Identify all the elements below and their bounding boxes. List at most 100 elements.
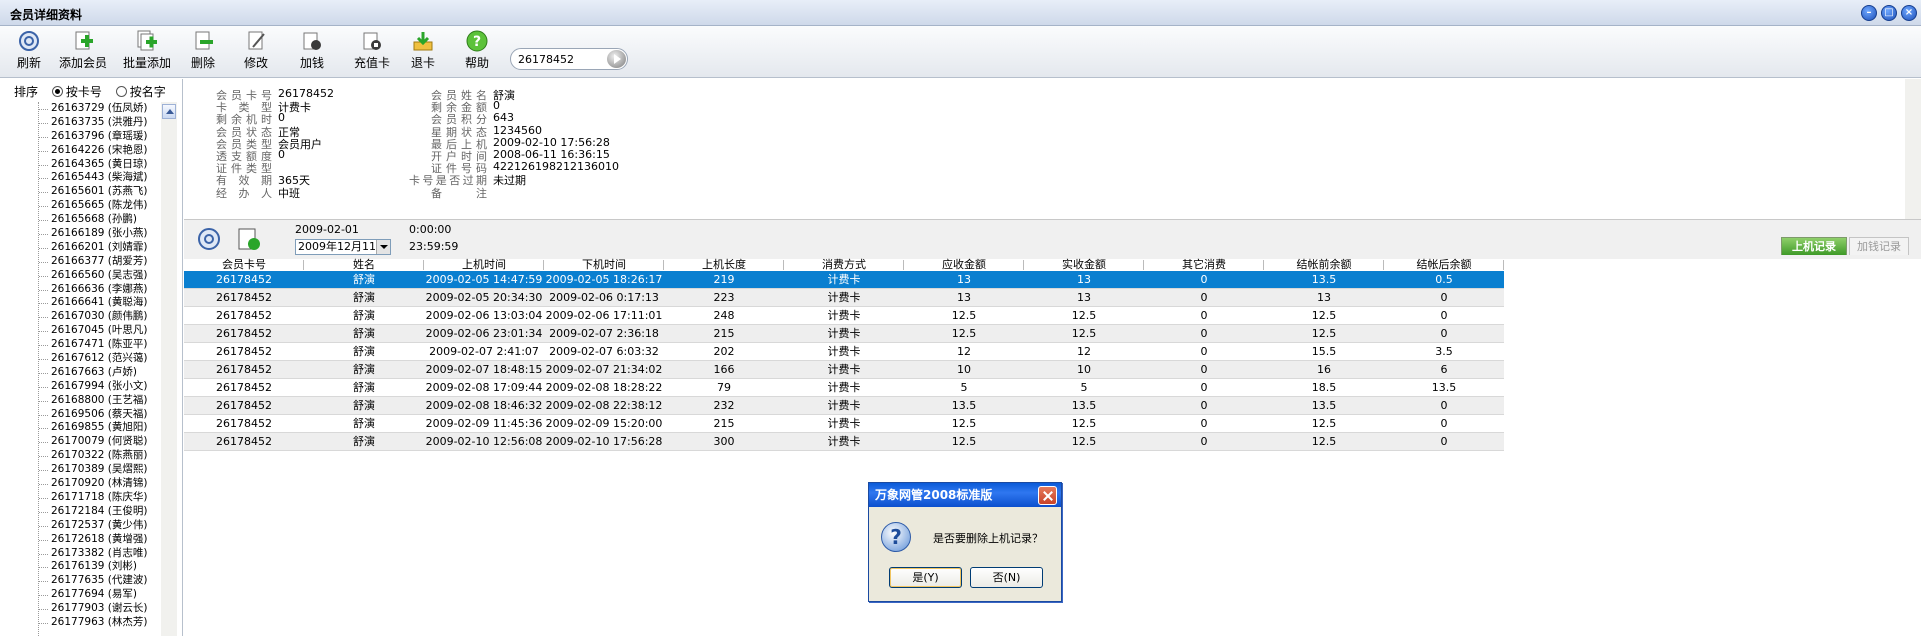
recharge-card-button[interactable]: 充值卡 bbox=[352, 28, 392, 76]
member-list-item[interactable]: 26170322 (陈燕丽) bbox=[39, 449, 158, 463]
search-input[interactable] bbox=[518, 51, 606, 67]
table-row[interactable]: 26178452 舒演 2009-02-08 17:09:44 2009-02-08 … bbox=[184, 379, 1504, 397]
add-member-button[interactable]: 添加会员 bbox=[58, 28, 108, 76]
column-header[interactable]: 消费方式 bbox=[784, 259, 904, 271]
delete-button[interactable]: 删除 bbox=[188, 28, 218, 76]
return-card-button[interactable]: 退卡 bbox=[408, 28, 438, 76]
yes-button[interactable]: 是(Y) bbox=[889, 567, 962, 588]
batch-add-button[interactable]: 批量添加 bbox=[122, 28, 172, 76]
member-list-item[interactable]: 26169506 (蔡天福) bbox=[39, 408, 158, 422]
member-list-item[interactable]: 26166377 (胡爱芳) bbox=[39, 255, 158, 269]
end-time[interactable]: 23:59:59 bbox=[409, 240, 458, 253]
member-list-item[interactable]: 26165665 (陈龙伟) bbox=[39, 199, 158, 213]
column-header[interactable]: 姓名 bbox=[304, 259, 424, 271]
member-list-item[interactable]: 26170079 (何贤聪) bbox=[39, 435, 158, 449]
info-scrollbar[interactable] bbox=[1905, 79, 1921, 219]
member-list-item[interactable]: 26167663 (卢娇) bbox=[39, 366, 158, 380]
member-list-item[interactable]: 26170920 (林清锦) bbox=[39, 477, 158, 491]
help-button[interactable]: ? 帮助 bbox=[462, 28, 492, 76]
table-row[interactable]: 26178452 舒演 2009-02-06 13:03:04 2009-02-06 … bbox=[184, 307, 1504, 325]
column-header[interactable]: 上机长度 bbox=[664, 259, 784, 271]
table-row[interactable]: 26178452 舒演 2009-02-07 18:48:15 2009-02-07 … bbox=[184, 361, 1504, 379]
dialog-close-icon[interactable] bbox=[1038, 486, 1057, 505]
member-list-item[interactable]: 26166560 (吴志强) bbox=[39, 269, 158, 283]
member-list-item[interactable]: 26167994 (张小文) bbox=[39, 380, 158, 394]
end-date-picker[interactable]: 2009年12月11日 bbox=[295, 239, 391, 255]
table-cell: 2009-02-09 11:45:36 bbox=[425, 417, 543, 430]
column-header[interactable]: 会员卡号 bbox=[184, 259, 304, 271]
refresh-records-icon[interactable] bbox=[196, 226, 222, 252]
maximize-icon[interactable]: □ bbox=[1881, 5, 1897, 21]
member-list-item[interactable]: 26166636 (李娜燕) bbox=[39, 283, 158, 297]
sort-by-card-label[interactable]: 按卡号 bbox=[66, 85, 102, 99]
table-row[interactable]: 26178452 舒演 2009-02-09 11:45:36 2009-02-09 … bbox=[184, 415, 1504, 433]
member-list-item[interactable]: 26163796 (章瑶瑗) bbox=[39, 130, 158, 144]
member-list-item[interactable]: 26163729 (伍凤娇) bbox=[39, 102, 158, 116]
table-row[interactable]: 26178452 舒演 2009-02-05 14:47:59 2009-02-05 … bbox=[184, 271, 1504, 289]
member-info-panel: 会员卡号 26178452 卡 类 型计费卡 剩余机时 0 会员状态 正常 会员类型 会员用户透… bbox=[184, 79, 1921, 219]
member-list-item[interactable]: 26165601 (苏燕飞) bbox=[39, 185, 158, 199]
member-list-scrollbar[interactable] bbox=[161, 102, 177, 636]
member-list-item[interactable]: 26177963 (林杰芳) bbox=[39, 616, 158, 630]
table-row[interactable]: 26178452 舒演 2009-02-08 18:46:32 2009-02-08 … bbox=[184, 397, 1504, 415]
column-header[interactable]: 结帐后余额 bbox=[1384, 259, 1504, 271]
table-cell: 12.5 bbox=[1071, 309, 1097, 322]
chevron-down-icon[interactable] bbox=[376, 240, 390, 254]
member-list-item[interactable]: 26163735 (洪雅丹) bbox=[39, 116, 158, 130]
search-field[interactable] bbox=[510, 48, 628, 70]
table-cell: 16 bbox=[1317, 363, 1331, 376]
sort-by-name-radio[interactable] bbox=[115, 86, 127, 97]
start-date[interactable]: 2009-02-01 bbox=[295, 223, 359, 236]
member-list-item[interactable]: 26167612 (范兴蔼) bbox=[39, 352, 158, 366]
member-list-item[interactable]: 26164226 (宋艳恩) bbox=[39, 144, 158, 158]
member-list-item[interactable]: 26168800 (王艺福) bbox=[39, 394, 158, 408]
member-list-item[interactable]: 26169855 (黄旭阳) bbox=[39, 421, 158, 435]
scroll-up-icon[interactable] bbox=[162, 104, 176, 119]
member-list-item[interactable]: 26167030 (颜伟鹏) bbox=[39, 310, 158, 324]
start-time[interactable]: 0:00:00 bbox=[409, 223, 451, 236]
sort-by-name-label[interactable]: 按名字 bbox=[130, 85, 166, 99]
edit-label: 修改 bbox=[243, 56, 268, 70]
table-row[interactable]: 26178452 舒演 2009-02-07 2:41:07 2009-02-07 6… bbox=[184, 343, 1504, 361]
member-list-item[interactable]: 26172184 (王俊明) bbox=[39, 505, 158, 519]
member-list-item[interactable]: 26170389 (吴熠熙) bbox=[39, 463, 158, 477]
search-go-icon[interactable] bbox=[607, 50, 626, 68]
edit-button[interactable]: 修改 bbox=[241, 28, 271, 76]
member-list-item[interactable]: 26177903 (谢云长) bbox=[39, 602, 158, 616]
member-list-item[interactable]: 26167045 (叶思凡) bbox=[39, 324, 158, 338]
column-header[interactable]: 下机时间 bbox=[544, 259, 664, 271]
column-header[interactable]: 结帐前余额 bbox=[1264, 259, 1384, 271]
member-list-item[interactable]: 26176139 (刘彬) bbox=[39, 560, 158, 574]
table-cell: 2009-02-09 15:20:00 bbox=[545, 417, 663, 430]
member-list-item[interactable]: 26171718 (陈庆华) bbox=[39, 491, 158, 505]
column-header[interactable]: 上机时间 bbox=[424, 259, 544, 271]
member-list-item[interactable]: 26164365 (黄日琼) bbox=[39, 158, 158, 172]
no-button[interactable]: 否(N) bbox=[970, 567, 1043, 588]
table-row[interactable]: 26178452 舒演 2009-02-06 23:01:34 2009-02-07 … bbox=[184, 325, 1504, 343]
column-header[interactable]: 实收金额 bbox=[1024, 259, 1144, 271]
table-row[interactable]: 26178452 舒演 2009-02-10 12:56:08 2009-02-10 … bbox=[184, 433, 1504, 451]
member-list-item[interactable]: 26177694 (易军) bbox=[39, 588, 158, 602]
member-list-item[interactable]: 26165443 (柴海斌) bbox=[39, 171, 158, 185]
batch-add-icon bbox=[137, 30, 157, 51]
sort-by-card-radio[interactable] bbox=[51, 86, 63, 97]
export-records-icon[interactable] bbox=[236, 226, 262, 252]
tab-logon-records[interactable]: 上机记录 bbox=[1781, 237, 1847, 255]
member-list-item[interactable]: 26172618 (黄增强) bbox=[39, 533, 158, 547]
member-list-item[interactable]: 26166201 (刘婧霏) bbox=[39, 241, 158, 255]
member-list-item[interactable]: 26167471 (陈亚平) bbox=[39, 338, 158, 352]
table-row[interactable]: 26178452 舒演 2009-02-05 20:34:30 2009-02-06 … bbox=[184, 289, 1504, 307]
member-list-item[interactable]: 26173382 (肖志唯) bbox=[39, 547, 158, 561]
column-header[interactable]: 其它消费 bbox=[1144, 259, 1264, 271]
member-list-item[interactable]: 26166641 (黄聪海) bbox=[39, 296, 158, 310]
member-list-item[interactable]: 26172537 (黄少伟) bbox=[39, 519, 158, 533]
member-list-item[interactable]: 26177635 (代建波) bbox=[39, 574, 158, 588]
minimize-icon[interactable]: – bbox=[1861, 5, 1877, 21]
refresh-button[interactable]: 刷新 bbox=[12, 28, 46, 76]
member-list-item[interactable]: 26165668 (孙鹏) bbox=[39, 213, 158, 227]
column-header[interactable]: 应收金额 bbox=[904, 259, 1024, 271]
tab-recharge-records[interactable]: 加钱记录 bbox=[1849, 237, 1909, 255]
close-icon[interactable]: × bbox=[1901, 5, 1917, 21]
member-list-item[interactable]: 26166189 (张小燕) bbox=[39, 227, 158, 241]
add-money-button[interactable]: 加钱 bbox=[296, 28, 328, 76]
